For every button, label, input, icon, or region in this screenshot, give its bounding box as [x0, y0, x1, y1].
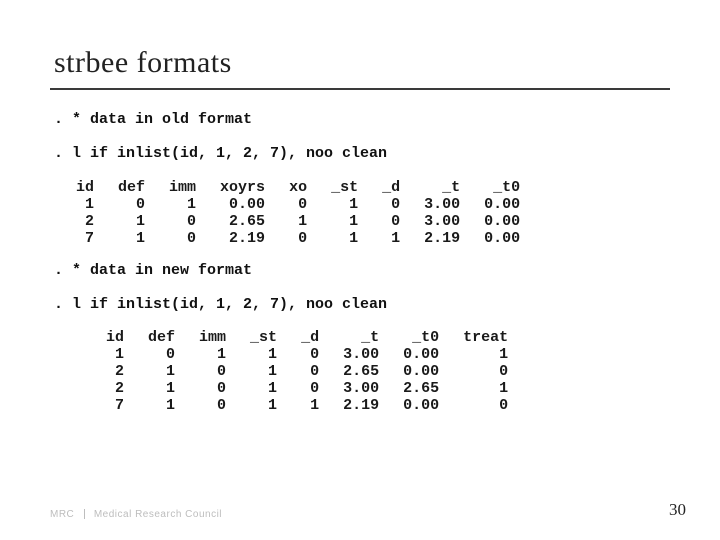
- col-header: treat: [451, 329, 520, 346]
- col-header: def: [136, 329, 187, 346]
- col-header: imm: [187, 329, 238, 346]
- footer-logo: MRC Medical Research Council: [50, 509, 222, 520]
- col-header: _st: [238, 329, 289, 346]
- col-header: imm: [157, 179, 208, 196]
- table-header-row: id def imm xoyrs xo _st _d _t _t0: [64, 179, 532, 196]
- comment-old-format: . * data in old format: [54, 110, 670, 130]
- col-header: id: [64, 179, 106, 196]
- slide-title: strbee formats: [54, 46, 670, 80]
- col-header: xoyrs: [208, 179, 277, 196]
- logo-divider: [84, 509, 85, 519]
- page-number: 30: [669, 500, 686, 520]
- col-header: id: [94, 329, 136, 346]
- col-header: _t: [331, 329, 391, 346]
- title-rule: [50, 88, 670, 90]
- table-row: 7 1 0 2.19 0 1 1 2.19 0.00: [64, 230, 532, 247]
- slide: strbee formats . * data in old format . …: [0, 0, 720, 540]
- table-row: 2 1 0 1 0 2.65 0.00 0: [94, 363, 520, 380]
- col-header: _st: [319, 179, 370, 196]
- table-new-format: id def imm _st _d _t _t0 treat 1 0 1 1 0…: [94, 329, 520, 414]
- command-list-old: . l if inlist(id, 1, 2, 7), noo clean: [54, 144, 670, 164]
- table-row: 2 1 0 1 0 3.00 2.65 1: [94, 380, 520, 397]
- col-header: _t0: [391, 329, 451, 346]
- table-row: 1 0 1 1 0 3.00 0.00 1: [94, 346, 520, 363]
- logo-text: Medical Research Council: [94, 509, 222, 520]
- comment-new-format: . * data in new format: [54, 261, 670, 281]
- logo-mark: MRC: [50, 509, 74, 520]
- table-row: 2 1 0 2.65 1 1 0 3.00 0.00: [64, 213, 532, 230]
- table-row: 1 0 1 0.00 0 1 0 3.00 0.00: [64, 196, 532, 213]
- col-header: _d: [370, 179, 412, 196]
- col-header: xo: [277, 179, 319, 196]
- command-list-new: . l if inlist(id, 1, 2, 7), noo clean: [54, 295, 670, 315]
- table-row: 7 1 0 1 1 2.19 0.00 0: [94, 397, 520, 414]
- col-header: _t: [412, 179, 472, 196]
- table-header-row: id def imm _st _d _t _t0 treat: [94, 329, 520, 346]
- col-header: def: [106, 179, 157, 196]
- col-header: _t0: [472, 179, 532, 196]
- col-header: _d: [289, 329, 331, 346]
- table-old-format: id def imm xoyrs xo _st _d _t _t0 1 0 1 …: [64, 179, 532, 247]
